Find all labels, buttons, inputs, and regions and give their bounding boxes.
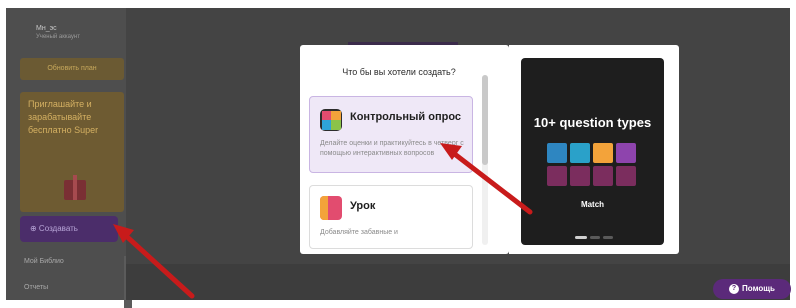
lesson-icon — [320, 196, 342, 220]
help-label: Помощь — [742, 284, 775, 293]
create-option-lesson[interactable]: Урок Добавляйте забавные и — [309, 185, 473, 249]
create-modal: Что бы вы хотели создать? Контрольный оп… — [300, 45, 509, 254]
promo-text: Приглашайте и зарабатывайте бесплатно Su… — [28, 99, 99, 135]
preview-subtitle: Match — [580, 200, 605, 209]
modal-scroll-thumb[interactable] — [482, 75, 488, 165]
tile-6 — [570, 166, 590, 186]
user-name: Мн_эс — [36, 25, 57, 32]
preview-phone: 10+ question types Match — [521, 58, 664, 245]
gift-icon — [64, 175, 86, 200]
sidebar-item-reports[interactable]: Отчеты — [24, 284, 48, 291]
quiz-icon — [320, 109, 342, 131]
carousel-dot-active[interactable] — [575, 236, 587, 239]
tile-8 — [616, 166, 636, 186]
tile-2 — [570, 143, 590, 163]
carousel-dot[interactable] — [590, 236, 600, 239]
help-icon: ? — [729, 283, 740, 294]
modal-title: Что бы вы хотели создать? — [342, 67, 456, 77]
quiz-description: Делайте оценки и практикуйтесь в четверг… — [320, 140, 464, 157]
create-button[interactable]: ⊕ Создавать — [20, 216, 118, 242]
lesson-title: Урок — [350, 200, 376, 212]
user-subtitle: Ученый аккаунт — [36, 34, 80, 40]
tile-4 — [616, 143, 636, 163]
app-screen: Мн_эс Ученый аккаунт Обновить план Пригл… — [0, 0, 796, 308]
help-button[interactable]: ? Помощь — [713, 279, 791, 299]
preview-headline: 10+ question types — [533, 115, 652, 130]
tile-3 — [593, 143, 613, 163]
sidebar-item-library[interactable]: Мой Библио — [24, 258, 64, 265]
tile-7 — [593, 166, 613, 186]
bottom-area-dimmed — [126, 264, 790, 300]
create-option-quiz[interactable]: Контрольный опрос Делайте оценки и практ… — [309, 96, 473, 173]
upgrade-button[interactable]: Обновить план — [20, 58, 124, 80]
preview-panel: 10+ question types Match — [509, 45, 679, 254]
carousel-dot[interactable] — [603, 236, 613, 239]
tile-5 — [547, 166, 567, 186]
sidebar: Мн_эс Ученый аккаунт Обновить план Пригл… — [6, 8, 132, 308]
tile-1 — [547, 143, 567, 163]
referral-promo[interactable]: Приглашайте и зарабатывайте бесплатно Su… — [20, 92, 124, 212]
user-info[interactable]: Мн_эс Ученый аккаунт — [36, 24, 80, 42]
lesson-description: Добавляйте забавные и — [320, 229, 398, 236]
carousel-dots[interactable] — [575, 236, 615, 239]
quiz-title: Контрольный опрос — [350, 111, 462, 123]
